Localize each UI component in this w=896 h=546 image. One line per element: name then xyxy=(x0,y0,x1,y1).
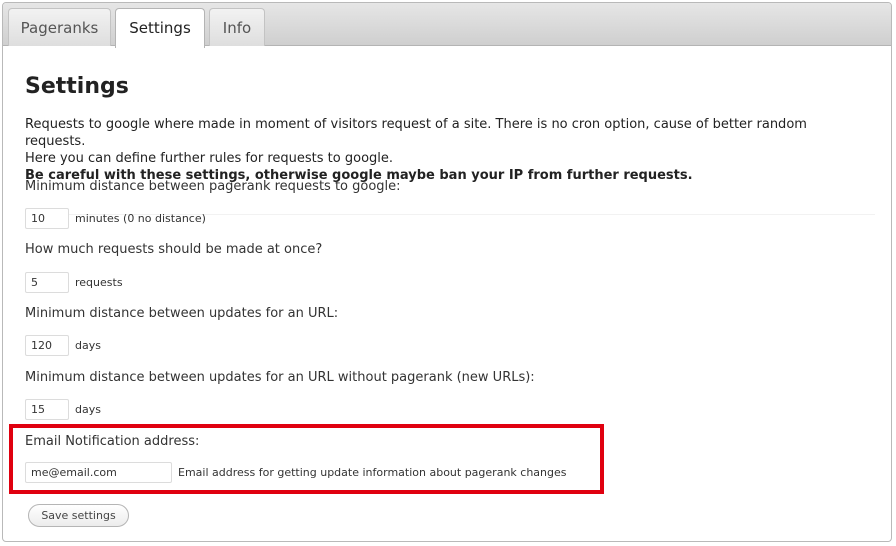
intro-text: Requests to google where made in moment … xyxy=(25,116,865,184)
save-settings-button[interactable]: Save settings xyxy=(28,504,129,527)
new-url-update-distance-row: days xyxy=(25,398,101,420)
new-url-update-distance-input[interactable] xyxy=(25,398,69,420)
intro-line-1: Requests to google where made in moment … xyxy=(25,117,807,149)
min-distance-input[interactable] xyxy=(25,207,69,229)
new-url-update-distance-suffix: days xyxy=(75,402,101,416)
settings-panel: Pageranks Settings Info Settings Request… xyxy=(2,2,892,542)
requests-at-once-label: How much requests should be made at once… xyxy=(25,242,323,257)
url-update-distance-suffix: days xyxy=(75,338,101,352)
requests-at-once-row: requests xyxy=(25,271,123,293)
url-update-distance-input[interactable] xyxy=(25,334,69,356)
highlight-box xyxy=(9,424,604,494)
tab-pageranks[interactable]: Pageranks xyxy=(8,8,111,46)
tab-bar: Pageranks Settings Info xyxy=(3,3,891,48)
intro-line-2: Here you can define further rules for re… xyxy=(25,151,394,166)
url-update-distance-label: Minimum distance between updates for an … xyxy=(25,306,339,321)
min-distance-suffix: minutes (0 no distance) xyxy=(75,211,206,225)
requests-at-once-suffix: requests xyxy=(75,275,123,289)
tab-settings[interactable]: Settings xyxy=(115,8,205,48)
requests-at-once-input[interactable] xyxy=(25,271,69,293)
page-title: Settings xyxy=(25,74,129,99)
new-url-update-distance-label: Minimum distance between updates for an … xyxy=(25,370,535,385)
min-distance-row: minutes (0 no distance) xyxy=(25,207,206,229)
tab-info[interactable]: Info xyxy=(209,8,265,46)
min-distance-label: Minimum distance between pagerank reques… xyxy=(25,179,401,194)
url-update-distance-row: days xyxy=(25,334,101,356)
